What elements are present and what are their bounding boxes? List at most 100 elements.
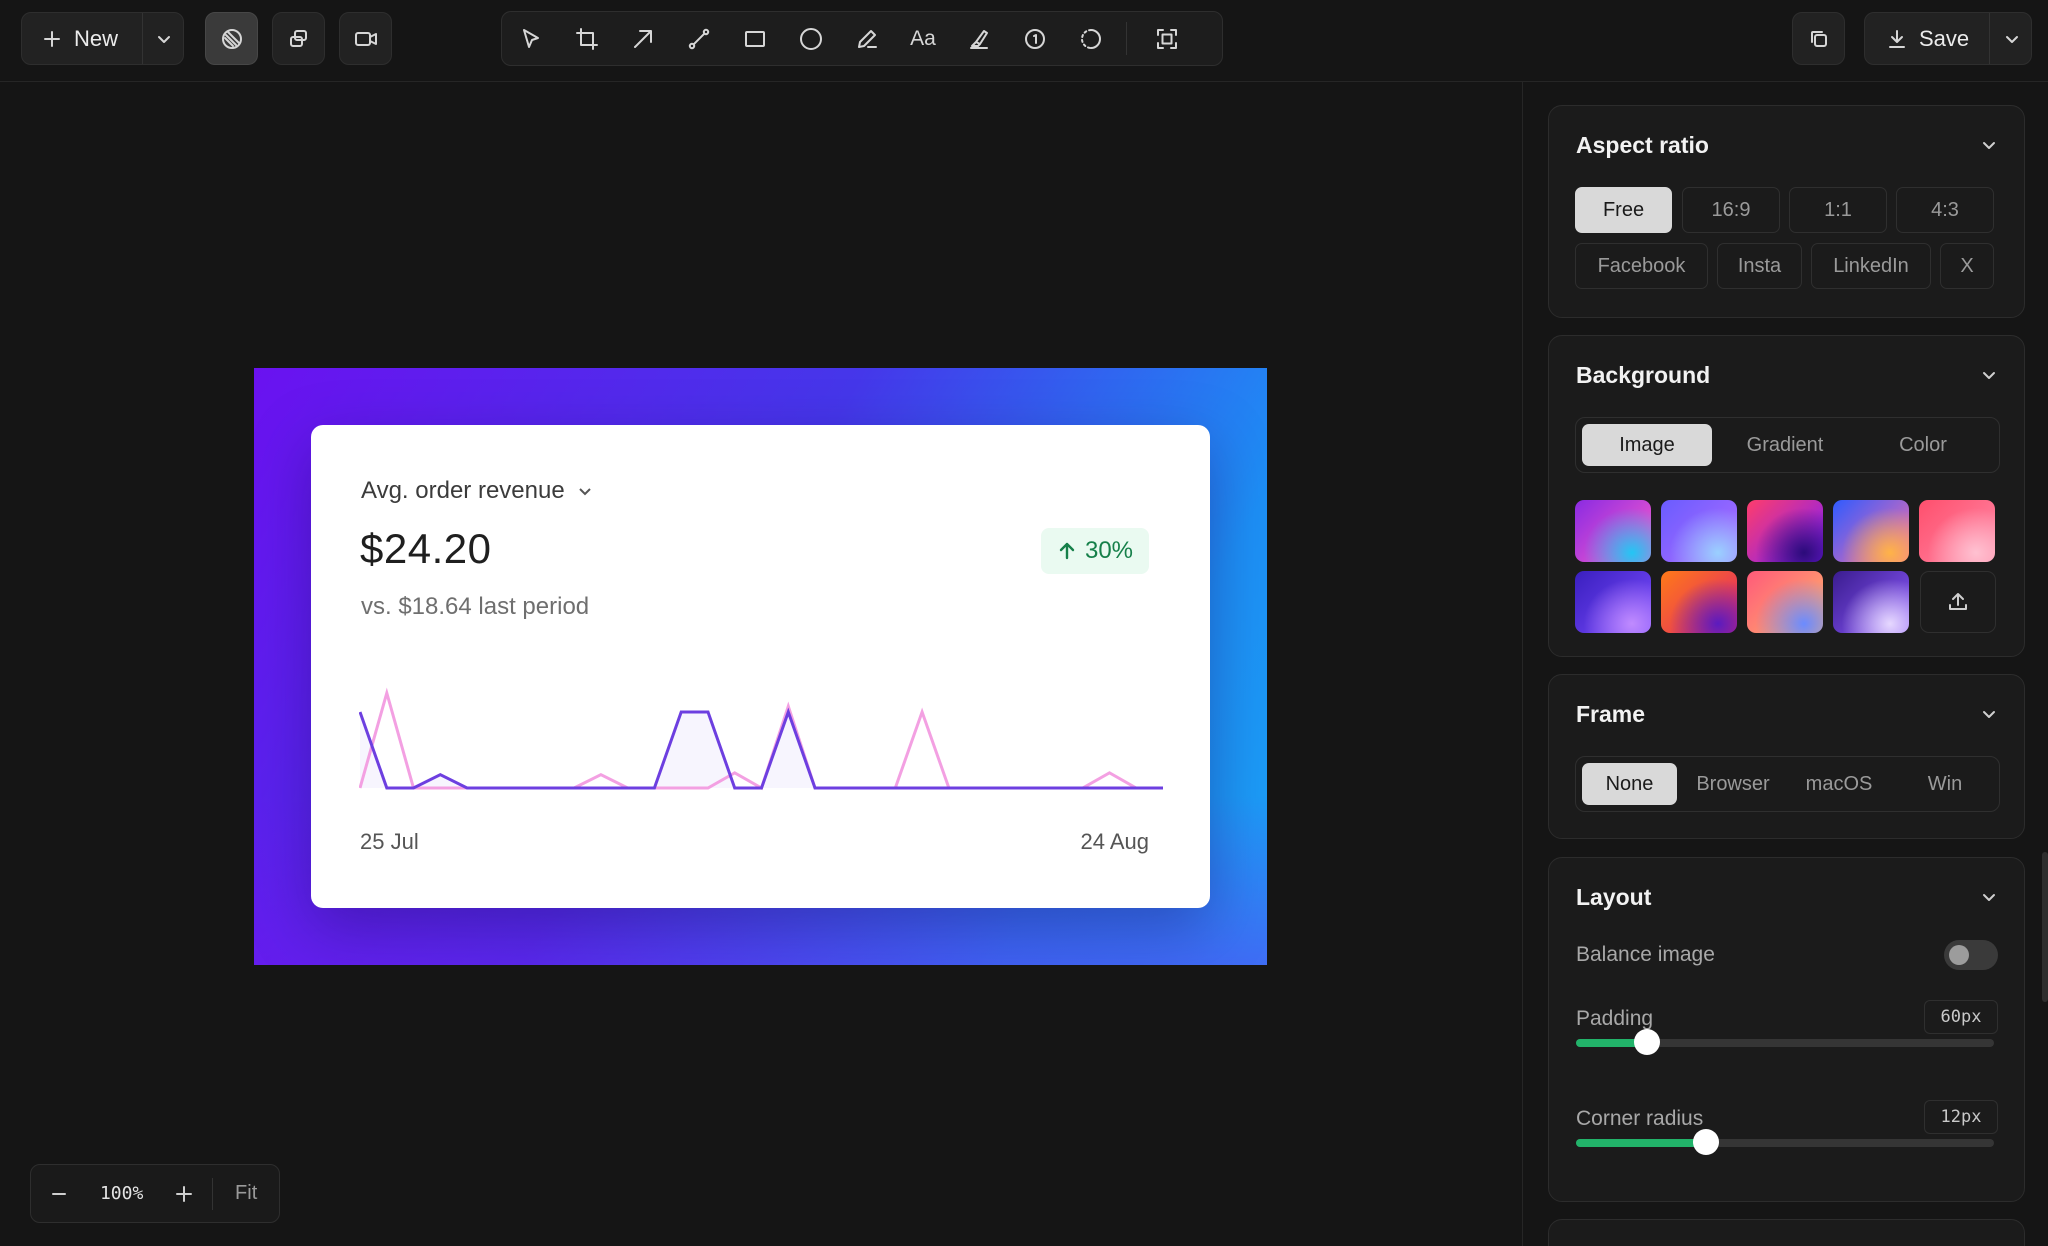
line-tool[interactable]: [672, 12, 726, 65]
background-tab-image[interactable]: Image: [1582, 424, 1712, 466]
highlighter-tool[interactable]: [952, 12, 1006, 65]
padding-value[interactable]: 60px: [1924, 1000, 1998, 1034]
frame-option-win[interactable]: Win: [1895, 763, 1995, 805]
change-value: 30%: [1084, 537, 1134, 564]
arrow-tool[interactable]: [616, 12, 670, 65]
aspect-option-16-9[interactable]: 16:9: [1682, 187, 1780, 233]
rectangle-tool[interactable]: [728, 12, 782, 65]
rectangle-icon: [743, 27, 767, 51]
zoom-fit-button[interactable]: Fit: [213, 1165, 279, 1222]
frame-option-macos[interactable]: macOS: [1789, 763, 1889, 805]
frame-option-browser[interactable]: Browser: [1683, 763, 1783, 805]
cursor-icon: [519, 27, 543, 51]
frame-corners-icon: [1155, 27, 1179, 51]
multi-window-mode-button[interactable]: [272, 12, 325, 65]
chevron-down-icon: [1980, 705, 1998, 723]
background-thumbnail[interactable]: [1575, 500, 1651, 562]
video-camera-icon: [353, 26, 379, 52]
screenshot-mode-button[interactable]: [205, 12, 258, 65]
panel-title: Background: [1576, 362, 1711, 388]
numbered-marker-icon: [1023, 27, 1047, 51]
metric-label: Avg. order revenue: [361, 477, 565, 504]
padding-label: Padding: [1576, 1007, 1654, 1030]
aspect-option-facebook[interactable]: Facebook: [1575, 243, 1708, 289]
background-thumbnail[interactable]: [1747, 500, 1823, 562]
chevron-down-icon: [1980, 366, 1998, 384]
counter-tool[interactable]: [1008, 12, 1062, 65]
save-button-group: Save: [1864, 12, 2032, 65]
metric-value: $24.20: [360, 525, 492, 572]
new-button-group: New: [21, 12, 184, 65]
plus-icon: [175, 1185, 193, 1203]
zoom-level: 100%: [99, 1183, 144, 1204]
aspect-option-1-1[interactable]: 1:1: [1789, 187, 1887, 233]
copy-button[interactable]: [1792, 12, 1845, 65]
new-options-button[interactable]: [143, 13, 185, 64]
corner-radius-slider-handle[interactable]: [1692, 1129, 1719, 1155]
save-button[interactable]: Save: [1865, 13, 1989, 64]
pen-tool[interactable]: [840, 12, 894, 65]
aspect-option-4-3[interactable]: 4:3: [1896, 187, 1994, 233]
background-thumbnail[interactable]: [1833, 500, 1909, 562]
background-thumbnail[interactable]: [1661, 571, 1737, 633]
layout-panel: Layout Balance image Padding 60px Corner…: [1548, 857, 2025, 1202]
zoom-controls: 100% Fit: [30, 1164, 280, 1223]
minus-icon: [50, 1185, 68, 1203]
aspect-option-free[interactable]: Free: [1575, 187, 1672, 233]
corner-radius-value[interactable]: 12px: [1924, 1100, 1998, 1134]
text-tool[interactable]: Aa: [896, 12, 950, 65]
save-options-button[interactable]: [1990, 13, 2033, 64]
chevron-down-icon: [577, 483, 593, 499]
balance-image-label: Balance image: [1576, 943, 1715, 966]
collapse-frame-button[interactable]: [1980, 705, 1998, 723]
background-tab-color[interactable]: Color: [1858, 424, 1988, 466]
panel-title: Frame: [1576, 701, 1646, 727]
screenshot-background-frame[interactable]: Avg. order revenue $24.20 vs. $18.64 las…: [254, 368, 1267, 965]
sparkline-area: [360, 712, 1163, 788]
zoom-out-button[interactable]: [31, 1165, 87, 1222]
corner-radius-label: Corner radius: [1576, 1107, 1704, 1130]
balance-image-toggle[interactable]: [1944, 940, 1998, 970]
zoom-in-button[interactable]: [157, 1165, 213, 1222]
select-tool[interactable]: [504, 12, 558, 65]
aspect-option-linkedin[interactable]: LinkedIn: [1811, 243, 1931, 289]
pencil-icon: [855, 27, 879, 51]
crop-tool[interactable]: [560, 12, 614, 65]
background-thumbnail[interactable]: [1747, 571, 1823, 633]
next-settings-panel: [1548, 1219, 2025, 1246]
frame-option-none[interactable]: None: [1582, 763, 1677, 805]
padding-slider[interactable]: [1576, 1029, 1994, 1055]
new-button[interactable]: New: [22, 13, 142, 64]
background-panel: Background Image Gradient Color: [1548, 335, 2025, 657]
top-bar: New Aa Save: [0, 0, 2048, 82]
screenshot-card[interactable]: Avg. order revenue $24.20 vs. $18.64 las…: [311, 425, 1210, 908]
frame-panel: Frame None Browser macOS Win: [1548, 674, 2025, 839]
plus-icon: [42, 29, 62, 49]
video-mode-button[interactable]: [339, 12, 392, 65]
padding-slider-handle[interactable]: [1634, 1029, 1661, 1055]
collapse-aspect-button[interactable]: [1980, 136, 1998, 154]
aspect-option-x[interactable]: X: [1940, 243, 1994, 289]
blur-tool[interactable]: [1064, 12, 1118, 65]
chart-date-start: 25 Jul: [360, 829, 419, 854]
background-thumbnail[interactable]: [1833, 571, 1909, 633]
upload-background-button[interactable]: [1920, 571, 1996, 633]
fit-frame-tool[interactable]: [1140, 12, 1194, 65]
screenshot-mode-icon: [219, 26, 245, 52]
ellipse-tool[interactable]: [784, 12, 838, 65]
arrow-icon: [631, 27, 655, 51]
background-tab-gradient[interactable]: Gradient: [1720, 424, 1850, 466]
corner-radius-slider[interactable]: [1576, 1129, 1994, 1155]
background-thumbnail[interactable]: [1661, 500, 1737, 562]
sparkline-series-previous: [359, 687, 1163, 791]
annotation-toolbar: Aa: [501, 11, 1223, 66]
new-button-label: New: [74, 25, 119, 51]
sidebar-scrollbar[interactable]: [2042, 852, 2048, 1002]
background-thumbnail[interactable]: [1919, 500, 1995, 562]
aspect-option-insta[interactable]: Insta: [1717, 243, 1802, 289]
collapse-layout-button[interactable]: [1980, 888, 1998, 906]
collapse-background-button[interactable]: [1980, 366, 1998, 384]
blur-icon: [1079, 27, 1103, 51]
background-thumbnail[interactable]: [1575, 571, 1651, 633]
editor-canvas[interactable]: Avg. order revenue $24.20 vs. $18.64 las…: [0, 82, 1522, 1246]
